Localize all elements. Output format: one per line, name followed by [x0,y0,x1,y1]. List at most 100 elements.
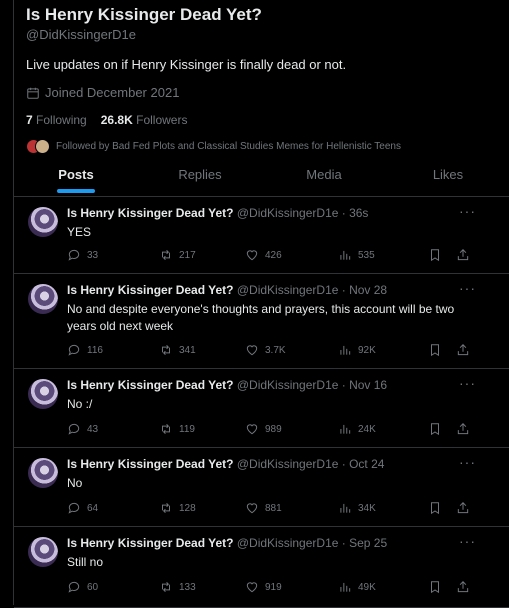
repost-icon [159,580,173,594]
like-button[interactable]: 989 [245,422,338,436]
repost-button[interactable]: 119 [159,422,245,436]
tweet-meta: @DidKissingerD1e · Nov 28 [236,283,388,297]
reply-icon [67,580,81,594]
tweet-text: No and despite everyone's thoughts and p… [67,302,455,333]
views-count: 535 [358,249,375,261]
tweet-text: Still no [67,555,104,569]
followed-by[interactable]: Followed by Bad Fed Plots and Classical … [26,139,509,154]
share-button[interactable] [456,501,470,515]
reply-count: 33 [87,249,99,261]
share-button[interactable] [456,580,470,594]
tweet-header: Is Henry Kissinger Dead Yet? @DidKissing… [67,205,470,221]
repost-button[interactable]: 128 [159,501,245,515]
more-icon[interactable]: ··· [459,454,476,470]
tweet-content: Is Henry Kissinger Dead Yet? @DidKissing… [67,535,470,571]
like-button[interactable]: 881 [245,501,338,515]
reply-button[interactable]: 64 [67,501,159,515]
bookmark-button[interactable] [428,343,442,357]
tab-likes[interactable]: Likes [386,158,509,196]
tweet[interactable]: Is Henry Kissinger Dead Yet? @DidKissing… [14,527,509,608]
repost-button[interactable]: 341 [159,343,245,357]
share-icon [456,422,470,436]
like-count: 881 [265,502,282,514]
repost-count: 133 [179,581,196,593]
more-icon[interactable]: ··· [459,375,476,391]
like-count: 989 [265,423,282,435]
followers-count: 26.8K [100,113,133,127]
follow-stats: 7 Following 26.8K Followers [26,111,509,129]
views-button[interactable]: 24K [338,422,428,436]
views-button[interactable]: 535 [338,248,428,262]
tweet-meta: @DidKissingerD1e · 36s [236,206,369,220]
tab-media[interactable]: Media [262,158,386,196]
reply-icon [67,422,81,436]
tweet[interactable]: Is Henry Kissinger Dead Yet? @DidKissing… [14,369,509,448]
views-button[interactable]: 92K [338,343,428,357]
like-button[interactable]: 919 [245,580,338,594]
more-icon[interactable]: ··· [459,203,476,219]
tweet-header: Is Henry Kissinger Dead Yet? @DidKissing… [67,456,470,472]
reply-button[interactable]: 60 [67,580,159,594]
profile-tabs: Posts Replies Media Likes [14,158,509,197]
bookmark-button[interactable] [428,248,442,262]
tweet-content: Is Henry Kissinger Dead Yet? @DidKissing… [67,282,470,335]
reply-icon [67,248,81,262]
avatar[interactable] [28,284,58,314]
avatar[interactable] [28,537,58,567]
reply-button[interactable]: 116 [67,343,159,357]
avatar[interactable] [28,379,58,409]
tweet[interactable]: Is Henry Kissinger Dead Yet? @DidKissing… [14,274,509,369]
tweet[interactable]: Is Henry Kissinger Dead Yet? @DidKissing… [14,448,509,527]
repost-count: 128 [179,502,196,514]
tab-posts[interactable]: Posts [14,158,138,196]
repost-button[interactable]: 217 [159,248,245,262]
reply-button[interactable]: 43 [67,422,159,436]
tweet-author-name[interactable]: Is Henry Kissinger Dead Yet? [67,457,234,471]
tweet-author-name[interactable]: Is Henry Kissinger Dead Yet? [67,536,234,550]
tweet-author-name[interactable]: Is Henry Kissinger Dead Yet? [67,283,234,297]
bookmark-icon [428,248,442,262]
share-button[interactable] [456,422,470,436]
like-button[interactable]: 426 [245,248,338,262]
like-button[interactable]: 3.7K [245,343,338,357]
profile-name: Is Henry Kissinger Dead Yet? [26,5,262,24]
tweet[interactable]: Is Henry Kissinger Dead Yet? @DidKissing… [14,197,509,274]
joined-date: Joined December 2021 [26,84,509,102]
avatar[interactable] [28,207,58,237]
views-count: 24K [358,423,376,435]
bookmark-button[interactable] [428,501,442,515]
following-label: Following [36,113,87,127]
tab-replies[interactable]: Replies [138,158,262,196]
tweet-author-name[interactable]: Is Henry Kissinger Dead Yet? [67,378,234,392]
views-icon [338,501,352,515]
following-link[interactable]: 7 Following [26,111,87,129]
repost-count: 119 [179,423,195,435]
repost-icon [159,343,173,357]
views-button[interactable]: 34K [338,501,428,515]
repost-icon [159,248,173,262]
reply-button[interactable]: 33 [67,248,159,262]
views-icon [338,248,352,262]
avatar[interactable] [28,458,58,488]
more-icon[interactable]: ··· [459,280,476,296]
tweet-text: No :/ [67,397,93,411]
repost-button[interactable]: 133 [159,580,245,594]
share-button[interactable] [456,343,470,357]
share-icon [456,501,470,515]
reply-count: 43 [87,423,99,435]
tweet-author-name[interactable]: Is Henry Kissinger Dead Yet? [67,206,234,220]
followers-link[interactable]: 26.8K Followers [101,111,188,129]
views-button[interactable]: 49K [338,580,428,594]
tweet-text: No [67,476,83,490]
bookmark-button[interactable] [428,422,442,436]
heart-icon [245,501,259,515]
bookmark-button[interactable] [428,580,442,594]
more-icon[interactable]: ··· [459,533,476,549]
tweet-header: Is Henry Kissinger Dead Yet? @DidKissing… [67,282,470,298]
repost-count: 341 [179,344,196,356]
bookmark-icon [428,343,442,357]
like-count: 426 [265,249,282,261]
share-icon [456,580,470,594]
share-button[interactable] [456,248,470,262]
repost-count: 217 [179,249,196,261]
